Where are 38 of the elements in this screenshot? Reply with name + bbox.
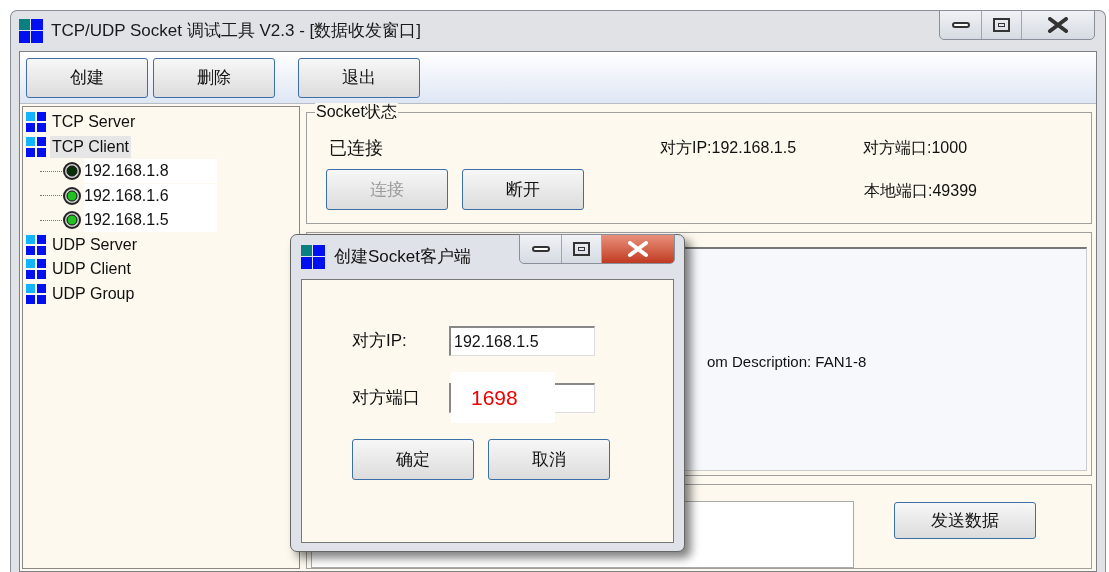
close-icon: [627, 241, 649, 257]
app-icon: [301, 245, 325, 269]
button[interactable]: 发送数据: [894, 502, 1036, 539]
received-text: om Description: FAN1-8: [707, 352, 867, 372]
field-value: 192.168.1.5: [454, 332, 539, 352]
tree-item[interactable]: TCP Client: [50, 135, 132, 158]
grid-icon: [26, 136, 46, 157]
value-overlay: 1698: [451, 372, 555, 423]
button[interactable]: 断开: [462, 169, 584, 210]
tree-item[interactable]: UDP Server: [50, 233, 140, 256]
close-button[interactable]: [602, 235, 674, 263]
grid-icon: [26, 259, 46, 280]
grid-icon: [26, 283, 46, 304]
remote-port-text: 对方端口:1000: [863, 138, 968, 158]
field-label: 对方IP:: [352, 330, 408, 353]
field-label: 对方端口: [352, 387, 421, 410]
close-icon: [1047, 17, 1069, 33]
button[interactable]: 创建: [26, 57, 148, 98]
tree-item[interactable]: 192.168.1.8: [84, 159, 217, 184]
button[interactable]: 确定: [352, 439, 474, 480]
grid-icon: [26, 234, 46, 255]
app-icon: [19, 19, 43, 43]
tree-item[interactable]: 192.168.1.5: [84, 208, 217, 233]
window-title: TCP/UDP Socket 调试工具 V2.3 - [数据收发窗口]: [51, 20, 421, 43]
group-title: Socket状态: [315, 103, 398, 121]
button[interactable]: 退出: [298, 57, 420, 98]
tree-item[interactable]: UDP Client: [50, 258, 133, 281]
dialog-title: 创建Socket客户端: [334, 246, 471, 269]
input-field[interactable]: 192.168.1.5: [449, 326, 595, 356]
tree-item[interactable]: 192.168.1.6: [84, 183, 217, 208]
remote-ip-text: 对方IP:192.168.1.5: [660, 138, 798, 158]
tree-item[interactable]: TCP Server: [50, 111, 138, 134]
local-port-text: 本地端口:49399: [864, 180, 977, 201]
grid-icon: [26, 112, 46, 133]
button[interactable]: 取消: [488, 439, 610, 480]
tree-item[interactable]: UDP Group: [50, 282, 137, 305]
status-text: 已连接: [329, 136, 384, 160]
button[interactable]: 删除: [153, 57, 275, 98]
